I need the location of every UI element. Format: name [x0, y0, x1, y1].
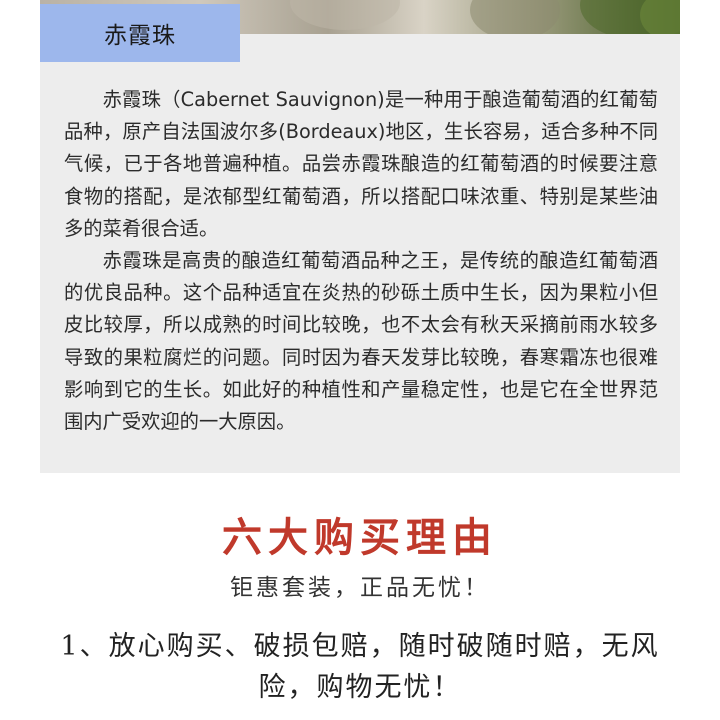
description-paragraph-2: 赤霞珠是高贵的酿造红葡萄酒品种之王，是传统的酿造红葡萄酒的优良品种。这个品种适宜… — [64, 249, 658, 434]
description-text: 赤霞珠（Cabernet Sauvignon)是一种用于酿造葡萄酒的红葡萄品种，… — [64, 84, 658, 438]
description-paragraph-1: 赤霞珠（Cabernet Sauvignon)是一种用于酿造葡萄酒的红葡萄品种，… — [64, 88, 658, 240]
reasons-subheading: 钜惠套装，正品无忧！ — [230, 575, 490, 601]
variety-title-tab: 赤霞珠 — [40, 4, 240, 62]
reason-item-1: 1、放心购买、破损包赔，随时破随时赔，无风险，购物无忧！ — [60, 631, 660, 703]
reasons-heading: 六大购买理由 — [222, 514, 498, 561]
variety-title: 赤霞珠 — [104, 23, 176, 49]
product-detail-page: 赤霞珠 赤霞珠（Cabernet Sauvignon)是一种用于酿造葡萄酒的红葡… — [0, 0, 720, 720]
